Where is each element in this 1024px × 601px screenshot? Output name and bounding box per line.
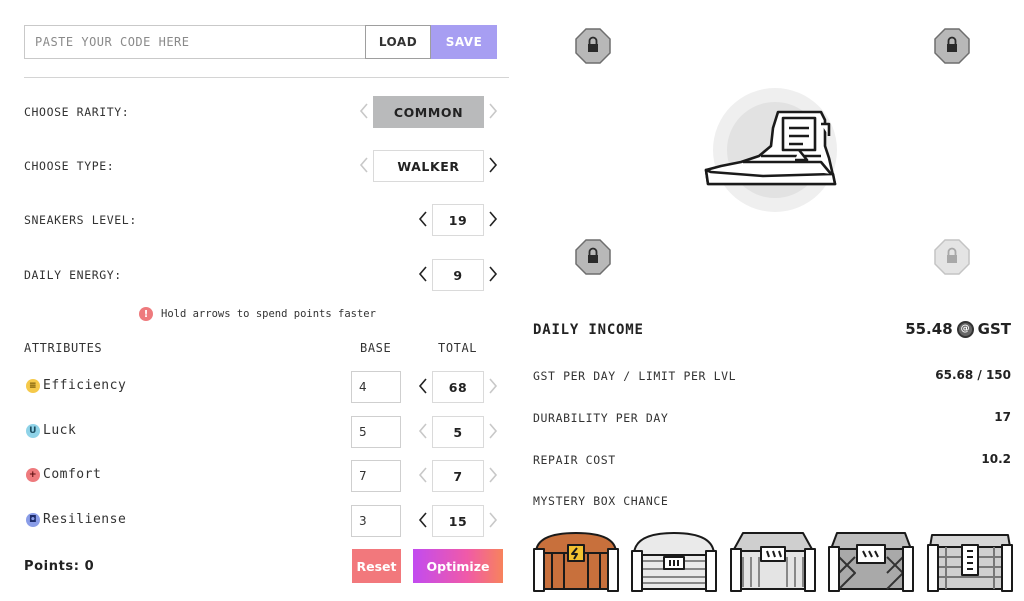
gst-per-day-label: GST PER DAY / LIMIT PER LVL: [533, 369, 737, 383]
durability-label: DURABILITY PER DAY: [533, 411, 669, 425]
energy-value: 9: [432, 259, 484, 291]
resilience-increase-arrow[interactable]: [484, 509, 502, 531]
rarity-next-arrow[interactable]: [484, 100, 502, 122]
gem-socket-lock-icon[interactable]: [934, 239, 970, 275]
comfort-decrease-arrow[interactable]: [414, 464, 432, 486]
level-decrease-arrow[interactable]: [414, 208, 432, 230]
gem-socket-lock-icon[interactable]: [575, 28, 611, 64]
efficiency-decrease-arrow[interactable]: [414, 375, 432, 397]
mystery-box-label: MYSTERY BOX CHANCE: [533, 494, 669, 508]
luck-icon: U: [26, 423, 40, 438]
durability-value: 17: [994, 410, 1011, 424]
luck-total: 5: [432, 416, 484, 448]
divider: [24, 77, 509, 78]
total-header: TOTAL: [438, 341, 478, 355]
resilience-total: 15: [432, 505, 484, 537]
efficiency-icon: ≡: [26, 378, 40, 393]
repair-cost-value: 10.2: [981, 452, 1011, 466]
comfort-icon: +: [26, 467, 40, 482]
efficiency-total: 68: [432, 371, 484, 403]
income-amount: 55.48: [905, 320, 953, 338]
luck-base-input[interactable]: 5: [351, 416, 401, 448]
type-value: WALKER: [373, 150, 484, 182]
rarity-prev-arrow[interactable]: [355, 100, 373, 122]
level-increase-arrow[interactable]: [484, 208, 502, 230]
attribute-resilience: ◘ Resiliense: [26, 512, 126, 527]
hint-text: Hold arrows to spend points faster: [161, 308, 376, 320]
efficiency-base-input[interactable]: 4: [351, 371, 401, 403]
level-label: SNEAKERS LEVEL:: [24, 213, 137, 227]
gem-socket-lock-icon[interactable]: [575, 239, 611, 275]
gem-socket-lock-icon[interactable]: [934, 28, 970, 64]
income-currency: GST: [977, 320, 1011, 338]
points-remaining: Points: 0: [24, 559, 95, 574]
optimize-button[interactable]: Optimize: [413, 549, 503, 583]
energy-label: DAILY ENERGY:: [24, 268, 122, 282]
attribute-comfort: + Comfort: [26, 467, 101, 482]
attributes-header: ATTRIBUTES: [24, 341, 103, 355]
resilience-decrease-arrow[interactable]: [414, 509, 432, 531]
attribute-luck: U Luck: [26, 423, 76, 438]
gst-coin-icon: @: [956, 320, 974, 338]
mystery-box-level-2-icon: [631, 532, 717, 592]
mystery-box-level-4-icon: [828, 532, 914, 592]
code-input[interactable]: [24, 25, 365, 59]
type-label: CHOOSE TYPE:: [24, 159, 115, 173]
mystery-box-level-3-icon: [730, 532, 816, 592]
save-button[interactable]: SAVE: [431, 25, 497, 59]
mystery-box-level-1-icon: [533, 532, 619, 592]
load-button[interactable]: LOAD: [365, 25, 431, 59]
type-prev-arrow[interactable]: [355, 154, 373, 176]
rarity-value: COMMON: [373, 96, 484, 128]
hint: ! Hold arrows to spend points faster: [139, 307, 376, 321]
alert-icon: !: [139, 307, 153, 321]
efficiency-increase-arrow[interactable]: [484, 375, 502, 397]
comfort-increase-arrow[interactable]: [484, 464, 502, 486]
daily-income-label: DAILY INCOME: [533, 322, 644, 338]
reset-button[interactable]: Reset: [352, 549, 401, 583]
luck-increase-arrow[interactable]: [484, 420, 502, 442]
energy-decrease-arrow[interactable]: [414, 263, 432, 285]
attribute-efficiency: ≡ Efficiency: [26, 378, 126, 393]
gst-per-day-value: 65.68 / 150: [935, 368, 1011, 382]
attribute-name: Comfort: [43, 467, 102, 482]
attribute-name: Luck: [43, 423, 77, 438]
luck-decrease-arrow[interactable]: [414, 420, 432, 442]
sneaker-image: [704, 88, 837, 212]
type-next-arrow[interactable]: [484, 154, 502, 176]
level-value: 19: [432, 204, 484, 236]
repair-cost-label: REPAIR COST: [533, 453, 616, 467]
resilience-icon: ◘: [26, 512, 40, 527]
attribute-name: Resiliense: [43, 512, 127, 527]
attribute-name: Efficiency: [43, 378, 127, 393]
daily-income-value: 55.48 @ GST: [905, 320, 1011, 338]
resilience-base-input[interactable]: 3: [351, 505, 401, 537]
comfort-total: 7: [432, 460, 484, 492]
code-bar: LOAD SAVE: [24, 25, 497, 59]
base-header: BASE: [360, 341, 392, 355]
comfort-base-input[interactable]: 7: [351, 460, 401, 492]
energy-increase-arrow[interactable]: [484, 263, 502, 285]
rarity-label: CHOOSE RARITY:: [24, 105, 130, 119]
mystery-box-level-5-icon: [927, 534, 1013, 592]
